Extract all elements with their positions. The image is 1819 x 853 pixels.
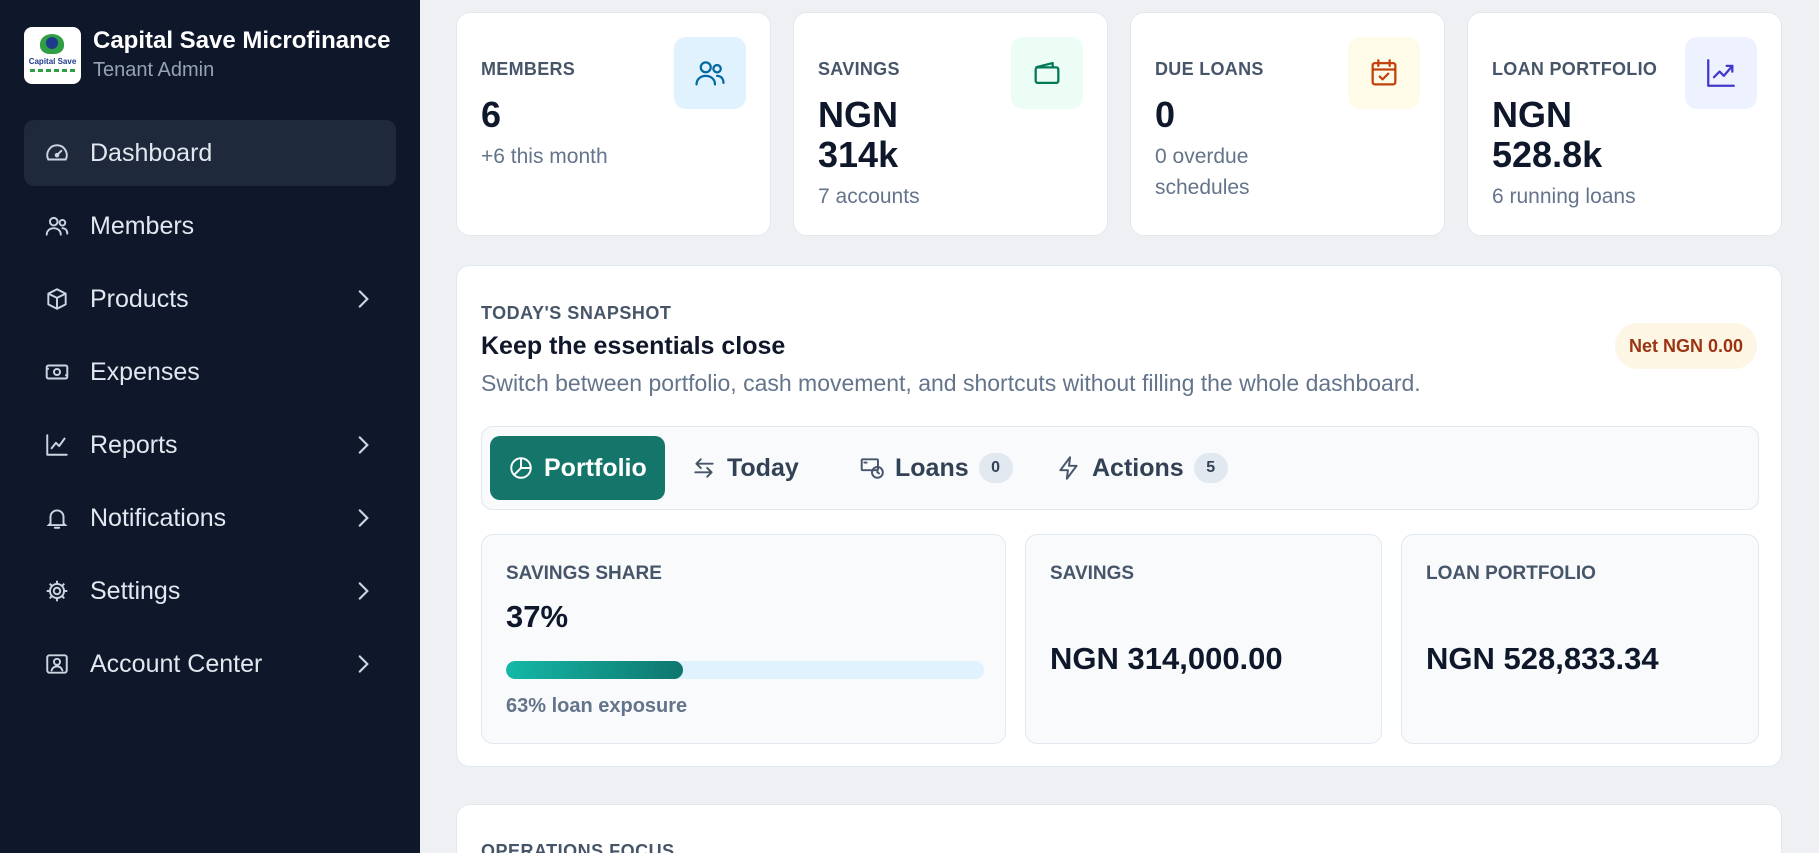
- stat-card-due-loans[interactable]: DUE LOANS 0 0 overdue schedules: [1130, 12, 1445, 236]
- sidebar-item-account-center[interactable]: Account Center: [24, 631, 396, 697]
- sidebar-item-reports[interactable]: Reports: [24, 412, 396, 478]
- stat-label: DUE LOANS: [1155, 59, 1264, 79]
- section-eyebrow: TODAY'S SNAPSHOT: [481, 303, 672, 323]
- sidebar-item-dashboard[interactable]: Dashboard: [24, 120, 396, 186]
- company-name: Capital Save Microfinance: [93, 27, 391, 54]
- loan-portfolio-amount: NGN 528,833.34: [1426, 641, 1659, 676]
- tab-label: Today: [727, 453, 799, 482]
- snapshot-tabs: Portfolio Today Loans 0 Actions 5: [481, 426, 1759, 510]
- stat-card-members[interactable]: MEMBERS 6 +6 this month: [456, 12, 771, 236]
- tab-label: Portfolio: [544, 453, 647, 482]
- sidebar-item-settings[interactable]: Settings: [24, 558, 396, 624]
- stat-value: NGN 314k: [818, 94, 899, 175]
- stat-card-loan-portfolio[interactable]: LOAN PORTFOLIO NGN 528.8k 6 running loan…: [1467, 12, 1782, 236]
- sidebar-item-label: Dashboard: [90, 138, 213, 167]
- stat-card-savings[interactable]: SAVINGS NGN 314k 7 accounts: [793, 12, 1108, 236]
- chevron-right-icon: [350, 286, 376, 312]
- id-card-icon: [44, 651, 70, 677]
- operations-focus-card: OPERATIONS FOCUS: [456, 804, 1782, 853]
- tab-loans[interactable]: Loans 0: [841, 436, 1031, 500]
- chevron-right-icon: [350, 651, 376, 677]
- money-clock-icon: [859, 455, 885, 481]
- stat-label: SAVINGS: [818, 59, 900, 79]
- pie-chart-icon: [508, 455, 534, 481]
- snapshot-card: TODAY'S SNAPSHOT Keep the essentials clo…: [456, 265, 1782, 767]
- chevron-right-icon: [350, 505, 376, 531]
- stat-label: MEMBERS: [481, 59, 576, 79]
- user-role: Tenant Admin: [93, 59, 215, 81]
- sidebar-item-label: Notifications: [90, 503, 227, 532]
- savings-amount: NGN 314,000.00: [1050, 641, 1283, 676]
- section-description: Switch between portfolio, cash movement,…: [481, 370, 1421, 396]
- gear-icon: [44, 578, 70, 604]
- panel-label: LOAN PORTFOLIO: [1426, 563, 1596, 584]
- sidebar-nav: Dashboard Members Products Expenses Repo…: [24, 120, 396, 704]
- sidebar: Capital Save Capital Save Microfinance T…: [0, 0, 420, 853]
- stat-subtext: +6 this month: [481, 145, 608, 168]
- bell-icon: [44, 505, 70, 531]
- savings-share-progress: [506, 661, 984, 679]
- tab-count-badge: 0: [978, 453, 1013, 483]
- stat-subtext: 0 overdue schedules: [1155, 145, 1250, 199]
- tab-label: Loans: [895, 453, 969, 482]
- sidebar-item-notifications[interactable]: Notifications: [24, 485, 396, 551]
- loan-portfolio-panel: LOAN PORTFOLIO NGN 528,833.34: [1401, 534, 1759, 744]
- cash-icon: [44, 359, 70, 385]
- savings-share-value: 37%: [506, 599, 569, 634]
- section-eyebrow: OPERATIONS FOCUS: [481, 841, 675, 853]
- calendar-check-icon: [1348, 37, 1420, 109]
- arrows-swap-icon: [691, 455, 717, 481]
- sidebar-item-label: Account Center: [90, 649, 263, 678]
- tab-label: Actions: [1092, 453, 1184, 482]
- stat-value: 6: [481, 94, 502, 135]
- progress-fill: [506, 661, 683, 679]
- bolt-icon: [1056, 455, 1082, 481]
- sidebar-item-label: Settings: [90, 576, 181, 605]
- users-icon: [44, 213, 70, 239]
- loan-exposure-note: 63% loan exposure: [506, 695, 688, 717]
- sidebar-item-label: Members: [90, 211, 195, 240]
- section-title: Keep the essentials close: [481, 332, 786, 360]
- trend-up-icon: [1685, 37, 1757, 109]
- savings-panel: SAVINGS NGN 314,000.00: [1025, 534, 1382, 744]
- users-icon: [674, 37, 746, 109]
- tab-today[interactable]: Today: [673, 436, 817, 500]
- tab-count-badge: 5: [1193, 453, 1228, 483]
- chart-line-icon: [44, 432, 70, 458]
- sidebar-item-products[interactable]: Products: [24, 266, 396, 332]
- brand[interactable]: Capital Save Capital Save Microfinance T…: [24, 26, 390, 84]
- sidebar-item-label: Reports: [90, 430, 178, 459]
- tab-actions[interactable]: Actions 5: [1038, 436, 1246, 500]
- chevron-right-icon: [350, 578, 376, 604]
- net-badge: Net NGN 0.00: [1614, 323, 1757, 369]
- sidebar-item-expenses[interactable]: Expenses: [24, 339, 396, 405]
- chevron-right-icon: [350, 432, 376, 458]
- box-icon: [44, 286, 70, 312]
- stat-subtext: 7 accounts: [818, 185, 920, 208]
- company-logo: Capital Save: [24, 26, 81, 84]
- sidebar-item-label: Expenses: [90, 357, 200, 386]
- stat-label: LOAN PORTFOLIO: [1492, 59, 1658, 79]
- savings-share-panel: SAVINGS SHARE 37% 63% loan exposure: [481, 534, 1006, 744]
- stat-value: NGN 528.8k: [1492, 94, 1603, 175]
- stat-value: 0: [1155, 94, 1176, 135]
- panel-label: SAVINGS SHARE: [506, 563, 662, 584]
- sidebar-item-members[interactable]: Members: [24, 193, 396, 259]
- gauge-icon: [44, 140, 70, 166]
- panel-label: SAVINGS: [1050, 563, 1135, 584]
- sidebar-item-label: Products: [90, 284, 189, 313]
- stat-subtext: 6 running loans: [1492, 185, 1636, 208]
- tab-portfolio[interactable]: Portfolio: [490, 436, 665, 500]
- wallet-icon: [1011, 37, 1083, 109]
